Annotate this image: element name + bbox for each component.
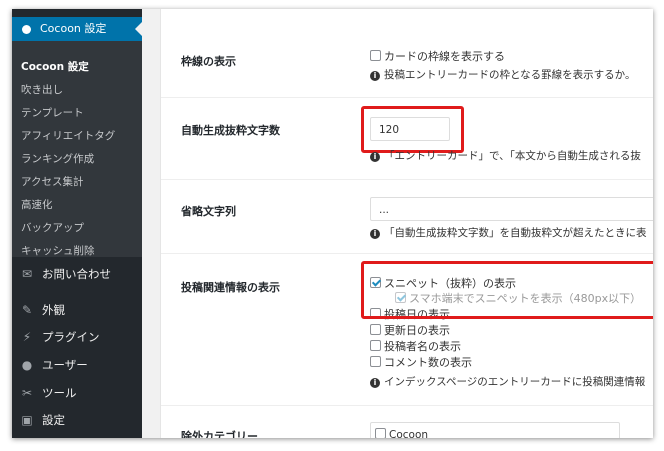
submenu-speedup[interactable]: 高速化 <box>21 197 53 212</box>
wrench-icon: ✂ <box>21 386 33 400</box>
card-border-info: i 投稿エントリーカードの枠となる罫線を表示するか。 <box>370 67 635 82</box>
divider <box>161 253 653 254</box>
sidebar-item-label: お問い合わせ <box>42 267 111 281</box>
submenu-backup[interactable]: バックアップ <box>21 220 84 235</box>
envelope-icon: ✉ <box>21 267 33 281</box>
excerpt-length-label: 自動生成抜粋文字数 <box>181 124 280 137</box>
sidebar-item-label: ツール <box>42 386 77 400</box>
submenu-speech-balloon[interactable]: 吹き出し <box>21 82 63 97</box>
plugin-icon: ⚡ <box>22 330 32 344</box>
sidebar-item-users[interactable]: ● ユーザー <box>12 352 142 378</box>
comment-count-checkbox[interactable] <box>370 356 381 367</box>
card-border-checkbox-row[interactable]: カードの枠線を表示する <box>370 48 505 64</box>
update-date-checkbox-row[interactable]: 更新日の表示 <box>370 322 450 338</box>
divider <box>161 97 653 98</box>
info-icon: i <box>370 229 380 239</box>
card-border-checkbox[interactable] <box>370 50 381 61</box>
info-icon: i <box>370 378 380 388</box>
cocoon-icon <box>22 25 31 34</box>
settings-icon: ▣ <box>21 413 33 427</box>
sidebar-item-tools[interactable]: ✂ ツール <box>12 380 142 406</box>
info-text: 投稿エントリーカードの枠となる罫線を表示するか。 <box>384 69 636 81</box>
checkbox-label: 更新日の表示 <box>384 324 450 337</box>
cocoon-submenu: Cocoon 設定 吹き出し テンプレート アフィリエイトタグ ランキング作成 … <box>12 41 142 257</box>
info-icon: i <box>370 152 380 162</box>
highlight-box-excerpt <box>361 106 464 153</box>
info-text: 「エントリーカード」で、「本文から自動生成される抜 <box>384 150 641 162</box>
admin-sidebar: Cocoon 設定 Cocoon 設定 吹き出し テンプレート アフィリエイトタ… <box>12 9 142 438</box>
ellipsis-label: 省略文字列 <box>181 205 236 218</box>
sidebar-item-label: 外観 <box>42 303 65 317</box>
divider <box>161 179 653 180</box>
sidebar-item-cocoon-settings[interactable]: Cocoon 設定 <box>12 17 142 41</box>
submenu-template[interactable]: テンプレート <box>21 105 84 120</box>
exclude-category-label: 除外カテゴリー <box>181 430 258 438</box>
submenu-affiliate-tag[interactable]: アフィリエイトタグ <box>21 128 115 143</box>
excerpt-length-info: i 「エントリーカード」で、「本文から自動生成される抜 <box>370 148 641 163</box>
sidebar-item-label: 設定 <box>42 413 65 427</box>
update-date-checkbox[interactable] <box>370 324 381 335</box>
submenu-cache-delete[interactable]: キャッシュ削除 <box>21 243 95 258</box>
main-content: 枠線の表示 カードの枠線を表示する i 投稿エントリーカードの枠となる罫線を表示す… <box>142 9 653 438</box>
divider <box>161 405 653 406</box>
ellipsis-info: i 「自動生成抜粋文字数」を自動抜粋文が超えたときに表 <box>370 225 647 240</box>
paintbrush-icon: ✎ <box>21 303 33 317</box>
post-info-label: 投稿関連情報の表示 <box>181 281 280 294</box>
sidebar-item-label: Cocoon 設定 <box>40 22 107 35</box>
card-border-label: 枠線の表示 <box>181 55 236 68</box>
user-icon: ● <box>21 358 33 372</box>
sidebar-item-settings[interactable]: ▣ 設定 <box>12 407 142 433</box>
checkbox-label: 投稿者名の表示 <box>384 340 461 353</box>
sidebar-item-plugins[interactable]: ⚡ プラグイン <box>12 324 142 350</box>
active-arrow-icon <box>135 22 142 36</box>
checkbox-label: カードの枠線を表示する <box>384 50 505 63</box>
category-label: Cocoon <box>389 429 429 438</box>
sidebar-item-contact[interactable]: ✉ お問い合わせ <box>12 261 142 287</box>
submenu-cocoon-settings[interactable]: Cocoon 設定 <box>21 59 89 74</box>
author-checkbox-row[interactable]: 投稿者名の表示 <box>370 338 461 354</box>
settings-panel: 枠線の表示 カードの枠線を表示する i 投稿エントリーカードの枠となる罫線を表示す… <box>160 9 653 438</box>
ellipsis-input[interactable]: ... <box>370 197 653 221</box>
sidebar-item-label: プラグイン <box>42 330 100 344</box>
sidebar-item-label: ユーザー <box>42 358 88 372</box>
submenu-ranking[interactable]: ランキング作成 <box>21 151 94 166</box>
screenshot-frame: Cocoon 設定 Cocoon 設定 吹き出し テンプレート アフィリエイトタ… <box>12 9 653 438</box>
post-info-info: i インデックスページのエントリーカードに投稿関連情報 <box>370 374 645 389</box>
highlight-box-post-info <box>361 261 653 319</box>
category-checkbox[interactable] <box>375 428 386 438</box>
info-text: 「自動生成抜粋文字数」を自動抜粋文が超えたときに表 <box>384 227 647 239</box>
sidebar-item-appearance[interactable]: ✎ 外観 <box>12 297 142 323</box>
info-text: インデックスページのエントリーカードに投稿関連情報 <box>384 376 646 388</box>
author-checkbox[interactable] <box>370 340 381 351</box>
submenu-access-stats[interactable]: アクセス集計 <box>21 174 83 189</box>
info-icon: i <box>370 71 380 81</box>
exclude-category-list[interactable]: Cocoon <box>370 422 620 438</box>
checkbox-label: コメント数の表示 <box>384 356 472 369</box>
comment-count-checkbox-row[interactable]: コメント数の表示 <box>370 354 472 370</box>
